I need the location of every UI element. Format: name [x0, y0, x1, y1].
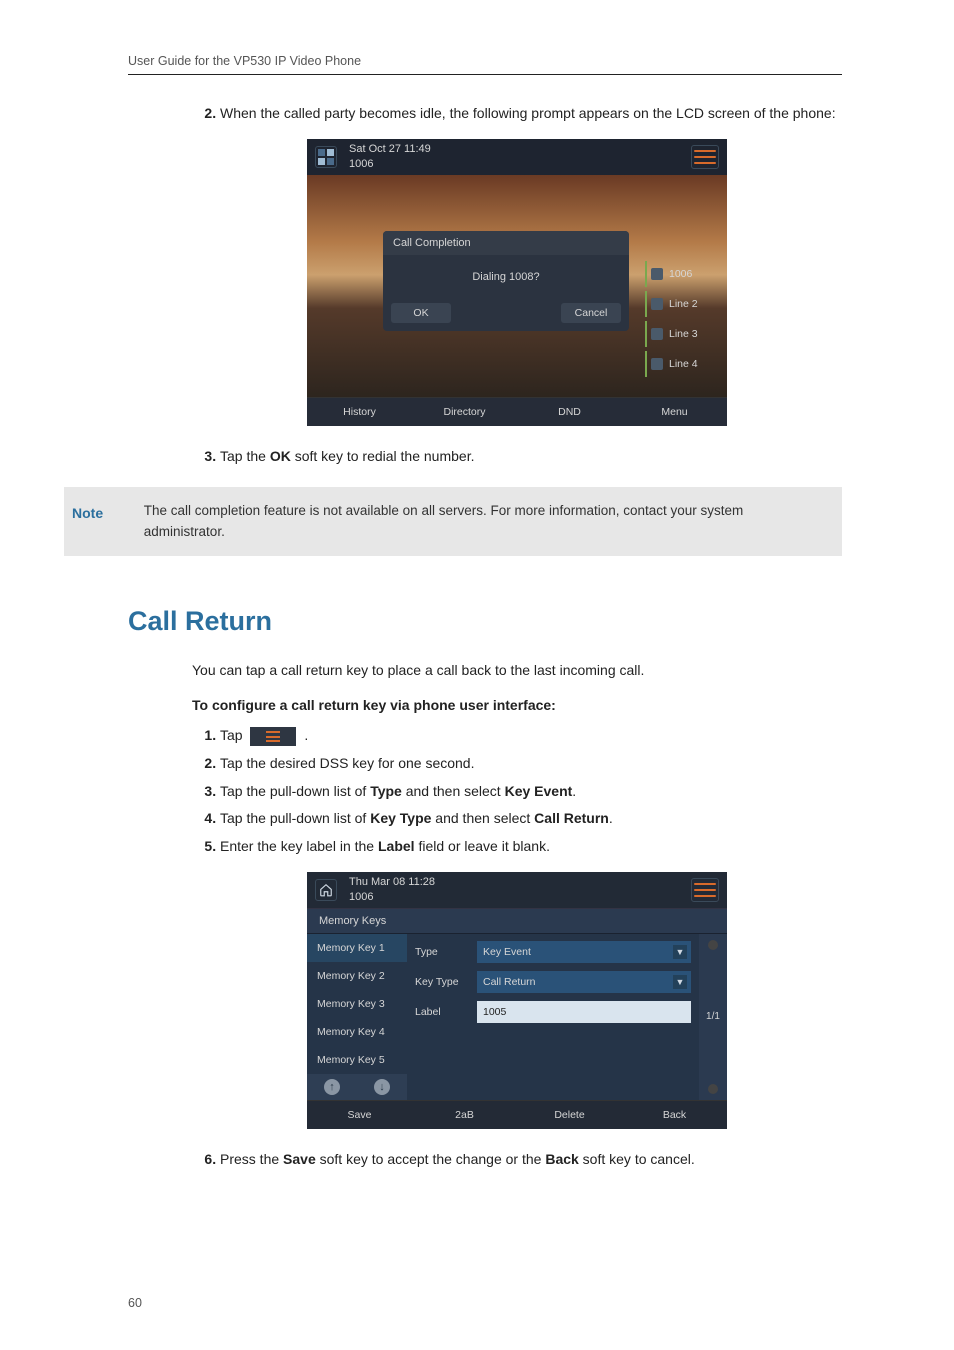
type-select[interactable]: Key Event▼ [477, 941, 691, 963]
memory-key-2[interactable]: Memory Key 2 [307, 962, 407, 990]
softkey-history[interactable]: History [307, 406, 412, 418]
step-r1: Tap . [220, 725, 842, 747]
chevron-down-icon: ▼ [673, 945, 687, 959]
memory-key-5[interactable]: Memory Key 5 [307, 1046, 407, 1074]
softkey-dnd[interactable]: DND [517, 406, 622, 418]
memory-key-3[interactable]: Memory Key 3 [307, 990, 407, 1018]
nav-down-button[interactable]: ↓ [357, 1074, 407, 1100]
page-header: User Guide for the VP530 IP Video Phone [128, 54, 842, 75]
softkey-delete[interactable]: Delete [517, 1109, 622, 1121]
step-r2: Tap the desired DSS key for one second. [220, 753, 842, 775]
step-2: When the called party becomes idle, the … [220, 103, 842, 125]
step-3: Tap the OK soft key to redial the number… [220, 446, 842, 468]
softkey-save[interactable]: Save [307, 1109, 412, 1121]
cancel-button[interactable]: Cancel [561, 303, 621, 323]
screenshot-call-completion: Sat Oct 27 11:49 1006 Call Completion Di… [307, 139, 727, 426]
dialog-title: Call Completion [383, 231, 629, 255]
section-title-call-return: Call Return [128, 606, 842, 637]
type-label: Type [415, 946, 477, 958]
memory-key-4[interactable]: Memory Key 4 [307, 1018, 407, 1046]
note-label: Note [64, 501, 144, 542]
screenshot-memory-keys: Thu Mar 08 11:28 1006 Memory Keys Memory… [307, 872, 727, 1129]
dialog-body: Dialing 1008? [383, 255, 629, 299]
step-r4: Tap the pull-down list of Key Type and t… [220, 808, 842, 830]
keytype-select[interactable]: Call Return▼ [477, 971, 691, 993]
scroll-up-icon[interactable] [708, 940, 718, 950]
line-key-3[interactable]: Line 3 [645, 321, 723, 347]
configure-subhead: To configure a call return key via phone… [192, 697, 842, 713]
step-6: Press the Save soft key to accept the ch… [220, 1149, 842, 1171]
label-label: Label [415, 1006, 477, 1018]
ss2-ext: 1006 [349, 890, 435, 904]
call-completion-dialog: Call Completion Dialing 1008? OK Cancel [383, 231, 629, 331]
keytype-label: Key Type [415, 976, 477, 988]
note-text: The call completion feature is not avail… [144, 501, 826, 542]
menu-icon[interactable] [691, 878, 719, 902]
memory-key-1[interactable]: Memory Key 1 [307, 934, 407, 962]
menu-icon[interactable] [691, 145, 719, 169]
ok-button[interactable]: OK [391, 303, 451, 323]
dss-menu-icon[interactable] [250, 727, 296, 746]
softkey-2ab[interactable]: 2aB [412, 1109, 517, 1121]
nav-up-button[interactable]: ↑ [307, 1074, 357, 1100]
ss1-ext: 1006 [349, 157, 431, 171]
home-icon[interactable] [315, 879, 337, 901]
call-return-intro: You can tap a call return key to place a… [192, 659, 842, 681]
line-key-2[interactable]: Line 2 [645, 291, 723, 317]
note-box: Note The call completion feature is not … [64, 487, 842, 556]
step-r5: Enter the key label in the Label field o… [220, 836, 842, 858]
ss2-datetime: Thu Mar 08 11:28 [349, 875, 435, 889]
softkey-directory[interactable]: Directory [412, 406, 517, 418]
label-input[interactable]: 1005 [477, 1001, 691, 1023]
scroll-down-icon[interactable] [708, 1084, 718, 1094]
step-r3: Tap the pull-down list of Type and then … [220, 781, 842, 803]
page-number: 60 [128, 1296, 142, 1310]
apps-icon[interactable] [315, 146, 337, 168]
ss2-title: Memory Keys [307, 908, 727, 934]
softkey-menu[interactable]: Menu [622, 406, 727, 418]
line-key-4[interactable]: Line 4 [645, 351, 723, 377]
line-key-1[interactable]: 1006 [645, 261, 723, 287]
pager-text: 1/1 [706, 1011, 720, 1022]
softkey-back[interactable]: Back [622, 1109, 727, 1121]
ss1-datetime: Sat Oct 27 11:49 [349, 142, 431, 156]
chevron-down-icon: ▼ [673, 975, 687, 989]
